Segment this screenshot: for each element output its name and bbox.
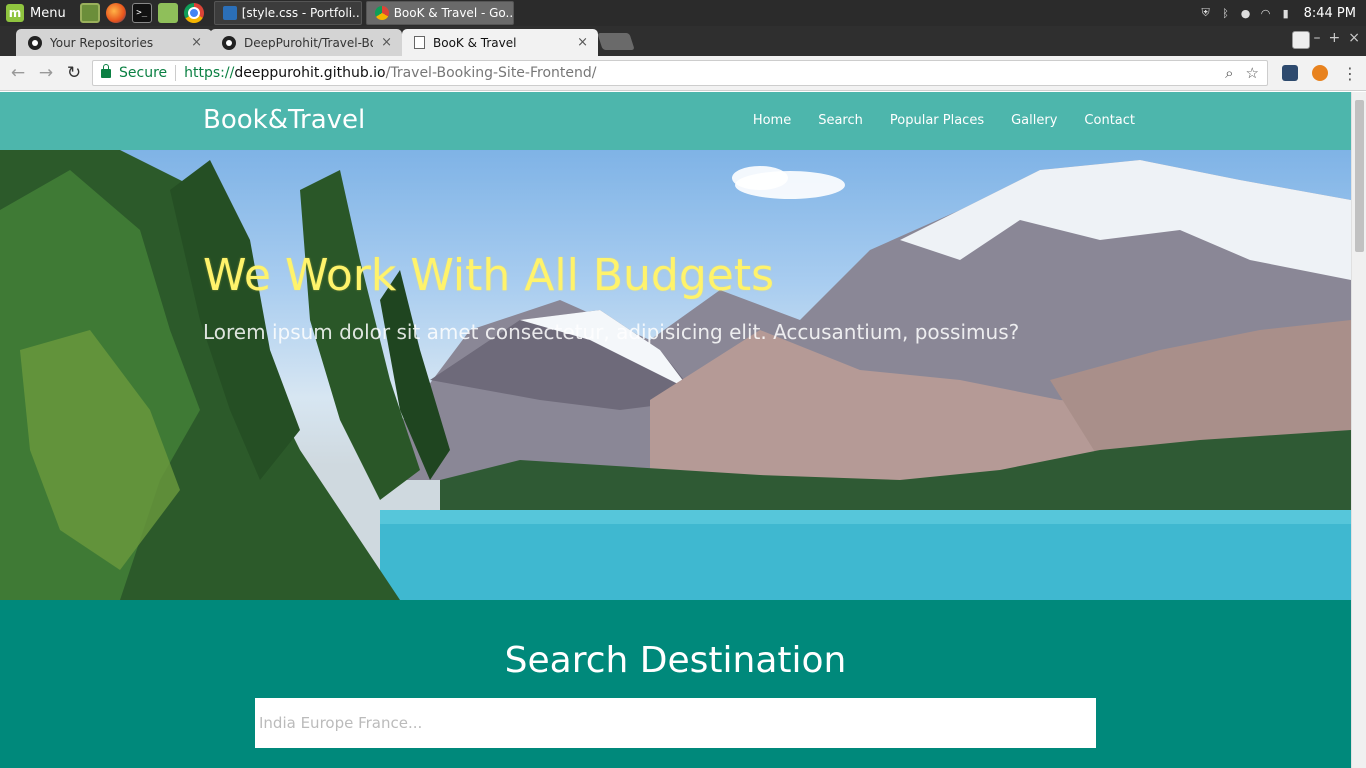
os-taskbar: m Menu >_ [style.css - Portfoli... BooK … [0, 0, 1366, 26]
nav-gallery[interactable]: Gallery [1011, 113, 1057, 128]
url-path: /Travel-Booking-Site-Frontend/ [385, 65, 597, 81]
extension-icon[interactable] [1282, 65, 1298, 81]
nav-search[interactable]: Search [818, 113, 863, 128]
files-icon[interactable] [157, 3, 178, 23]
user-icon[interactable]: ● [1240, 7, 1252, 20]
maximize-icon[interactable]: + [1329, 30, 1341, 46]
taskbar-window-title: BooK & Travel - Go... [393, 6, 514, 20]
profile-icon[interactable] [1292, 31, 1310, 49]
destination-search-input[interactable] [255, 698, 1096, 748]
url-scheme: https:// [184, 65, 235, 81]
bluetooth-icon[interactable]: ᛒ [1220, 7, 1232, 20]
lock-icon[interactable] [101, 63, 111, 78]
taskbar-window-vscode[interactable]: [style.css - Portfoli... [213, 1, 362, 25]
back-arrow-icon[interactable]: ← [4, 63, 32, 83]
metamask-icon[interactable] [1312, 65, 1328, 81]
tab-close-icon[interactable]: × [191, 35, 202, 50]
url-host: deeppurohit.github.io [234, 65, 386, 81]
tab-label: DeepPurohit/Travel-Boo [244, 35, 374, 50]
scrollbar-thumb[interactable] [1355, 100, 1364, 252]
browser-menu-icon[interactable]: ⋮ [1342, 64, 1358, 83]
minimize-icon[interactable]: – [1314, 30, 1321, 46]
nav-home[interactable]: Home [753, 113, 791, 128]
close-window-icon[interactable]: × [1348, 30, 1360, 46]
chrome-icon[interactable] [183, 3, 204, 23]
hero-section: We Work With All Budgets Lorem ipsum dol… [0, 150, 1351, 600]
page-icon [414, 36, 425, 49]
browser-toolbar: ← → ↻ Secure https:// deeppurohit.github… [0, 56, 1366, 91]
forward-arrow-icon[interactable]: → [32, 63, 60, 83]
site-navbar: Book&Travel Home Search Popular Places G… [0, 92, 1351, 150]
quick-launch: >_ [74, 3, 210, 23]
tab-your-repositories[interactable]: Your Repositories × [16, 29, 212, 56]
clock[interactable]: 8:44 PM [1304, 6, 1356, 21]
chrome-icon [374, 6, 389, 20]
bookmark-star-icon[interactable]: ☆ [1246, 64, 1259, 82]
start-menu-label: Menu [30, 5, 66, 21]
address-bar[interactable]: Secure https:// deeppurohit.github.io /T… [92, 60, 1268, 86]
nav-popular-places[interactable]: Popular Places [890, 113, 984, 128]
firefox-icon[interactable] [105, 3, 126, 23]
battery-icon[interactable]: ▮ [1280, 7, 1292, 20]
tab-book-travel[interactable]: BooK & Travel × [402, 29, 598, 56]
zoom-icon[interactable]: ⌕ [1225, 64, 1233, 82]
page-viewport: Book&Travel Home Search Popular Places G… [0, 92, 1351, 768]
reload-icon[interactable]: ↻ [60, 63, 88, 83]
tab-travel-repo[interactable]: DeepPurohit/Travel-Boo × [210, 29, 402, 56]
vscode-icon [222, 6, 237, 20]
taskbar-window-title: [style.css - Portfoli... [241, 6, 362, 20]
hero-subtitle: Lorem ipsum dolor sit amet consectetur, … [203, 320, 1020, 344]
omnibox-actions: ⌕ ☆ [1225, 64, 1259, 82]
tab-close-icon[interactable]: × [381, 35, 392, 50]
site-brand[interactable]: Book&Travel [203, 105, 365, 135]
shield-icon[interactable]: ⛨ [1200, 6, 1212, 19]
search-section-title: Search Destination [504, 640, 847, 681]
browser-tabstrip: Your Repositories × DeepPurohit/Travel-B… [0, 26, 1366, 56]
terminal-icon[interactable]: >_ [131, 3, 152, 23]
mint-logo-icon: m [6, 4, 24, 22]
site-nav-links: Home Search Popular Places Gallery Conta… [753, 113, 1135, 128]
hero-landscape-image [0, 150, 1351, 600]
search-section: Search Destination [0, 600, 1351, 768]
github-icon [222, 35, 236, 50]
system-tray: ⛨ ᛒ ● ◠ ▮ 8:44 PM [1200, 6, 1366, 21]
hero-title: We Work With All Budgets [203, 250, 774, 301]
page-scrollbar[interactable] [1351, 92, 1366, 768]
taskbar-window-chrome[interactable]: BooK & Travel - Go... [365, 1, 514, 25]
window-controls: – + × [1314, 30, 1360, 46]
nav-contact[interactable]: Contact [1084, 113, 1135, 128]
github-icon [28, 35, 42, 50]
address-separator [175, 65, 177, 81]
tab-close-icon[interactable]: × [577, 35, 588, 50]
wifi-icon[interactable]: ◠ [1260, 7, 1272, 20]
tab-label: Your Repositories [50, 35, 154, 50]
secure-label[interactable]: Secure [119, 65, 167, 81]
new-tab-button[interactable] [597, 33, 635, 50]
show-desktop-icon[interactable] [79, 3, 100, 23]
start-menu-button[interactable]: m Menu [0, 0, 74, 26]
tab-label: BooK & Travel [433, 35, 517, 50]
